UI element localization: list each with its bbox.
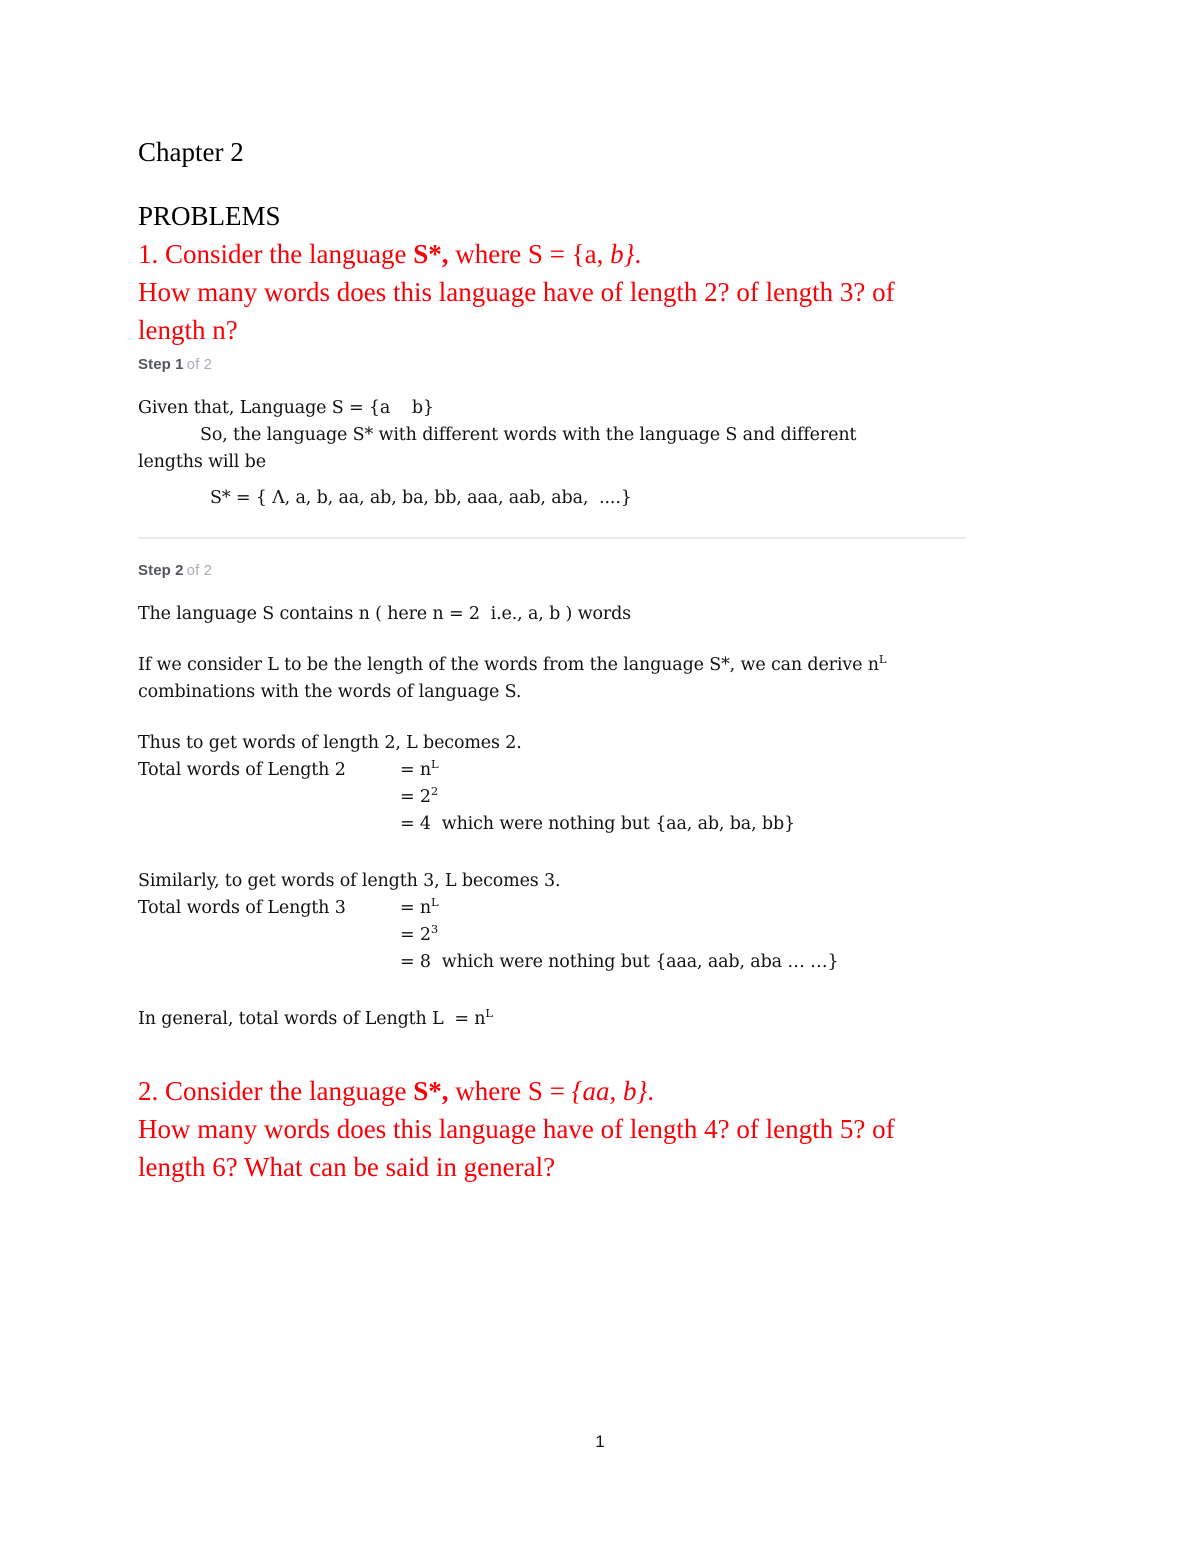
problem-1-sstar: S*,: [413, 239, 449, 269]
length-2-rhs-1: = nL: [400, 757, 795, 784]
length-2-rhs-2: = 22: [400, 784, 795, 811]
step-2-line-2: If we consider L to be the length of the…: [138, 652, 998, 679]
step-2-label: Step 2: [138, 562, 184, 579]
step-2-section: Step 2 of 2 The language S contains n ( h…: [138, 562, 998, 1033]
length-3-rhs-3: = 8 which were nothing but {aaa, aab, ab…: [400, 952, 839, 972]
length-3-label: Total words of Length 3: [138, 898, 346, 918]
step-1-body: Given that, Language S = {a b} So, the l…: [138, 395, 998, 512]
problem-1-set-italic: b}: [610, 239, 635, 269]
step-1-line-1: Given that, Language S = {a b}: [138, 398, 434, 418]
step-divider: [138, 537, 966, 539]
equation-row: Total words of Length 3 = nL: [138, 895, 838, 922]
problem-1-line-1-post: .: [634, 239, 642, 269]
length-2-rhs-1-exponent: L: [431, 757, 439, 772]
empty-label: [138, 784, 400, 811]
length-3-intro: Similarly, to get words of length 3, L b…: [138, 871, 561, 891]
length-2-rhs-2-exponent: 2: [430, 784, 439, 799]
step-1-sublabel: of 2: [186, 356, 213, 373]
solution-container: Step 1 of 2 Given that, Language S = {a b…: [138, 356, 998, 1033]
length-2-rhs-2-text: = 2: [400, 787, 431, 807]
step-1-equation: S* = { Λ, a, b, aa, ab, ba, bb, aaa, aab…: [210, 488, 632, 508]
step-2-line-2-text: If we consider L to be the length of the…: [138, 655, 879, 675]
step-2-header: Step 2 of 2: [138, 562, 998, 579]
problem-1-line-3: length n?: [138, 315, 238, 345]
problem-2-line-1-post: .: [647, 1076, 655, 1106]
step-1-label: Step 1: [138, 356, 184, 373]
length-2-intro: Thus to get words of length 2, L becomes…: [138, 733, 522, 753]
step-2-body: The language S contains n ( here n = 2 i…: [138, 601, 998, 1033]
length-3-rhs-2-text: = 2: [400, 925, 431, 945]
problem-2-line-3: length 6? What can be said in general?: [138, 1152, 556, 1182]
problem-2-line-1-pre: 2. Consider the language: [138, 1076, 414, 1106]
problem-2-line-2: How many words does this language have o…: [138, 1114, 895, 1144]
step-2-line-1: The language S contains n ( here n = 2 i…: [138, 604, 631, 624]
step-1-header: Step 1 of 2: [138, 356, 998, 373]
problem-1-line-1-mid: where S = {a,: [448, 239, 611, 269]
length-2-rhs-3: = 4 which were nothing but {aa, ab, ba, …: [400, 814, 795, 834]
problem-2-line-1-mid: where S =: [448, 1076, 572, 1106]
general-formula-text: In general, total words of Length L = n: [138, 1009, 486, 1029]
problem-2-set-italic: {aa, b}: [571, 1076, 648, 1106]
equation-row: = 8 which were nothing but {aaa, aab, ab…: [138, 949, 839, 976]
empty-label: [138, 922, 400, 949]
document-page: Chapter 2 PROBLEMS 1. Consider the langu…: [0, 0, 1200, 1553]
length-3-equations: Total words of Length 3 = nL = 23 = 8 wh…: [138, 895, 839, 976]
problems-heading: PROBLEMS: [138, 201, 281, 231]
length-2-equations: Total words of Length 2 = nL = 22 = 4 wh…: [138, 757, 795, 838]
length-2-label: Total words of Length 2: [138, 760, 346, 780]
equation-row: = 23: [138, 922, 838, 949]
step-2-line-2-exponent: L: [878, 652, 887, 667]
step-2-line-3: combinations with the words of language …: [138, 682, 522, 702]
empty-label: [138, 949, 400, 976]
problem-1-statement: 1. Consider the language S*, where S = {…: [138, 235, 938, 349]
length-3-block: Similarly, to get words of length 3, L b…: [138, 868, 998, 976]
page-number: 1: [595, 1432, 605, 1451]
step-1-line-3: lengths will be: [138, 452, 266, 472]
empty-label: [138, 811, 400, 838]
document-header: Chapter 2 PROBLEMS 1. Consider the langu…: [138, 132, 938, 349]
problem-1-line-1-pre: 1. Consider the language: [138, 239, 414, 269]
step-1-section: Step 1 of 2 Given that, Language S = {a b…: [138, 356, 998, 512]
problem-2-line-1: 2. Consider the language S*, where S = {…: [138, 1072, 958, 1110]
problem-2-statement: 2. Consider the language S*, where S = {…: [138, 1072, 958, 1186]
length-2-block: Thus to get words of length 2, L becomes…: [138, 730, 998, 838]
length-3-rhs-1-text: = n: [400, 898, 432, 918]
length-3-rhs-1-exponent: L: [431, 895, 439, 910]
problem-1-line-2: How many words does this language have o…: [138, 277, 895, 307]
step-2-sublabel: of 2: [186, 562, 213, 579]
length-3-rhs-2-exponent: 3: [430, 922, 439, 937]
equation-row: = 22: [138, 784, 795, 811]
step-1-line-2: So, the language S* with different words…: [200, 425, 857, 445]
chapter-title: Chapter 2: [138, 137, 244, 167]
general-formula-exponent: L: [485, 1006, 493, 1021]
problem-1-line-1: 1. Consider the language S*, where S = {…: [138, 235, 938, 273]
equation-row: Total words of Length 2 = nL: [138, 757, 795, 784]
length-2-rhs-1-text: = n: [400, 760, 432, 780]
general-formula: In general, total words of Length L = nL: [138, 1006, 998, 1033]
problem-2-sstar: S*,: [413, 1076, 449, 1106]
equation-row: = 4 which were nothing but {aa, ab, ba, …: [138, 811, 795, 838]
length-3-rhs-2: = 23: [400, 922, 838, 949]
length-3-rhs-1: = nL: [400, 895, 838, 922]
